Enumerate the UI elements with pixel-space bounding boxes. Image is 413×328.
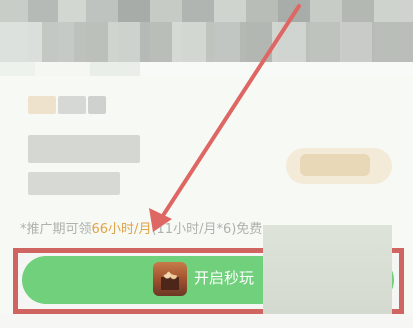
blurred-pill-inner <box>300 154 370 176</box>
game-icon <box>153 262 187 296</box>
promo-prefix: *推广期可领 <box>20 222 92 237</box>
start-play-label: 开启秒玩 <box>194 269 255 287</box>
promo-highlight: 66小时/月 <box>91 222 152 237</box>
blurred-block-2 <box>58 96 86 114</box>
blurred-band <box>0 62 413 76</box>
promo-suffix: (11小时/月*6)免费 <box>151 222 263 237</box>
blurred-block-1 <box>28 96 56 114</box>
promo-text: *推广期可领66小时/月(11小时/月*6)免费 <box>20 221 262 239</box>
blurred-square <box>263 225 392 328</box>
blurred-block-4 <box>28 135 140 163</box>
blurred-block-5 <box>28 172 120 195</box>
bottom-strip <box>0 314 413 328</box>
blurred-header <box>0 0 413 62</box>
blurred-block-3 <box>88 96 106 114</box>
